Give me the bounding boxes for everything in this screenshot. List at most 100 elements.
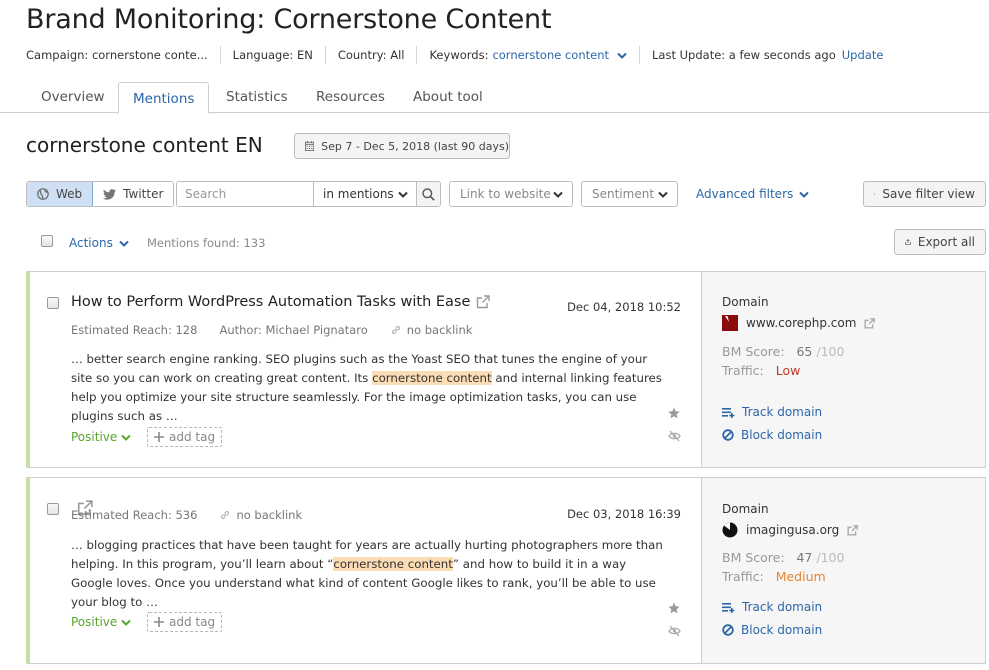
source-web-button[interactable]: Web xyxy=(27,182,94,206)
export-all-button[interactable]: Export all xyxy=(894,229,986,255)
star-icon[interactable] xyxy=(668,602,680,614)
backlink-status: no backlink xyxy=(406,323,473,337)
bm-score-label: BM Score: xyxy=(722,344,785,359)
add-tag-button[interactable]: add tag xyxy=(147,427,223,447)
last-update-info: Last Update: a few seconds ago Update xyxy=(639,46,895,64)
calendar-icon xyxy=(305,141,315,151)
add-tag-button[interactable]: add tag xyxy=(147,612,223,632)
advanced-filters-label: Advanced filters xyxy=(696,187,794,201)
mention-title-text[interactable]: How to Perform WordPress Automation Task… xyxy=(71,294,470,310)
mention-date: Dec 03, 2018 16:39 xyxy=(567,507,681,521)
select-all-checkbox[interactable] xyxy=(41,235,53,247)
source-twitter-label: Twitter xyxy=(123,187,164,201)
tab-statistics[interactable]: Statistics xyxy=(212,82,302,113)
mention-snippet: … blogging practices that have been taug… xyxy=(71,536,671,612)
tab-overview[interactable]: Overview xyxy=(27,82,119,113)
sentiment-selector[interactable]: Positive xyxy=(71,615,131,629)
domain-row: imagingusa.org xyxy=(722,522,859,538)
link-to-website-label: Link to website xyxy=(460,187,551,201)
domain-link[interactable]: www.corephp.com xyxy=(746,316,856,330)
track-domain-label: Track domain xyxy=(742,600,823,614)
source-switch: Web Twitter xyxy=(26,181,175,207)
link-to-website-dropdown[interactable]: Link to website xyxy=(449,181,573,207)
chevron-down-icon xyxy=(658,191,668,198)
bm-score-value: 47 xyxy=(796,550,813,565)
update-link[interactable]: Update xyxy=(842,46,884,64)
favicon-icon xyxy=(722,522,738,538)
track-domain-link[interactable]: Track domain xyxy=(722,405,822,419)
actions-dropdown[interactable]: Actions xyxy=(69,236,129,250)
block-icon xyxy=(722,624,734,636)
add-tag-label: add tag xyxy=(169,615,216,629)
language-label: Language: EN xyxy=(232,48,313,62)
date-range-label: Sep 7 - Dec 5, 2018 (last 90 days) xyxy=(321,139,509,153)
sentiment-selector[interactable]: Positive xyxy=(71,430,131,444)
section-title: cornerstone content EN xyxy=(26,133,263,157)
chevron-down-icon xyxy=(553,191,563,198)
mention-date: Dec 04, 2018 10:52 xyxy=(567,300,681,314)
domain-panel: Domain imagingusa.org BM Score: 47 /100 … xyxy=(701,478,985,663)
add-tag-label: add tag xyxy=(169,430,216,444)
campaign-name: Campaign: cornerstone conte... xyxy=(26,46,220,64)
mention-card: Dec 03, 2018 16:39 Estimated Reach: 536 … xyxy=(26,477,986,664)
mention-title[interactable]: How to Perform WordPress Automation Task… xyxy=(71,294,491,310)
sentiment-dropdown[interactable]: Sentiment xyxy=(581,181,678,207)
mention-content: Dec 03, 2018 16:39 Estimated Reach: 536 … xyxy=(30,478,701,663)
date-range-button[interactable]: Sep 7 - Dec 5, 2018 (last 90 days) xyxy=(294,133,510,159)
search-icon xyxy=(422,187,435,201)
track-list-icon xyxy=(722,602,735,613)
keyword-highlight: cornerstone content xyxy=(372,371,492,385)
country-info: Country: All xyxy=(324,46,417,64)
block-domain-label: Block domain xyxy=(741,428,823,442)
bm-score: BM Score: 47 /100 xyxy=(722,550,844,565)
tab-bar: Overview Mentions Statistics Resources A… xyxy=(0,82,989,114)
plus-icon xyxy=(154,432,164,442)
globe-icon xyxy=(37,188,49,200)
keywords-value[interactable]: cornerstone content xyxy=(492,46,609,64)
search-button[interactable] xyxy=(416,182,440,206)
tab-resources[interactable]: Resources xyxy=(302,82,399,113)
hide-icon[interactable] xyxy=(668,430,681,442)
search-scope-select[interactable]: in mentions xyxy=(313,182,416,206)
last-update-label: Last Update: a few seconds ago xyxy=(652,48,836,62)
search-input[interactable] xyxy=(177,182,313,206)
source-twitter-button[interactable]: Twitter xyxy=(93,182,174,206)
advanced-filters-toggle[interactable]: Advanced filters xyxy=(696,187,809,201)
page-title: Brand Monitoring: Cornerstone Content xyxy=(26,4,552,35)
mention-meta: Estimated Reach: 128 Author: Michael Pig… xyxy=(71,323,472,337)
hide-icon[interactable] xyxy=(668,625,681,637)
domain-link[interactable]: imagingusa.org xyxy=(746,523,839,537)
track-list-icon xyxy=(722,407,735,418)
chevron-down-icon xyxy=(799,191,809,198)
country-label: Country: All xyxy=(337,48,405,62)
mention-checkbox[interactable] xyxy=(47,503,59,515)
traffic-label: Traffic: xyxy=(722,569,764,584)
external-link-icon[interactable] xyxy=(864,317,876,329)
tab-mentions[interactable]: Mentions xyxy=(118,82,210,114)
traffic-label: Traffic: xyxy=(722,363,764,378)
save-filter-view-label: Save filter view xyxy=(882,187,975,201)
estimated-reach: Estimated Reach: 536 xyxy=(71,508,198,522)
mention-checkbox[interactable] xyxy=(47,297,59,309)
bm-score: BM Score: 65 /100 xyxy=(722,344,844,359)
tab-about-tool[interactable]: About tool xyxy=(399,82,497,113)
estimated-reach: Estimated Reach: 128 xyxy=(71,323,198,337)
track-domain-label: Track domain xyxy=(742,405,823,419)
gear-icon xyxy=(874,193,876,195)
actions-label: Actions xyxy=(69,236,113,250)
external-link-icon[interactable] xyxy=(847,524,859,536)
track-domain-link[interactable]: Track domain xyxy=(722,600,822,614)
backlink-status: no backlink xyxy=(236,508,303,522)
chevron-down-icon xyxy=(617,52,627,59)
external-link-icon[interactable] xyxy=(476,295,491,309)
sentiment-value: Positive xyxy=(71,615,118,629)
block-domain-label: Block domain xyxy=(741,623,823,637)
bm-score-max: /100 xyxy=(816,550,845,565)
block-domain-link[interactable]: Block domain xyxy=(722,428,822,442)
keywords-dropdown[interactable]: Keywords: cornerstone content xyxy=(416,46,639,64)
star-icon[interactable] xyxy=(668,407,680,419)
bm-score-value: 65 xyxy=(796,344,813,359)
block-domain-link[interactable]: Block domain xyxy=(722,623,822,637)
search-group: in mentions xyxy=(176,181,441,207)
save-filter-view-button[interactable]: Save filter view xyxy=(863,181,986,207)
